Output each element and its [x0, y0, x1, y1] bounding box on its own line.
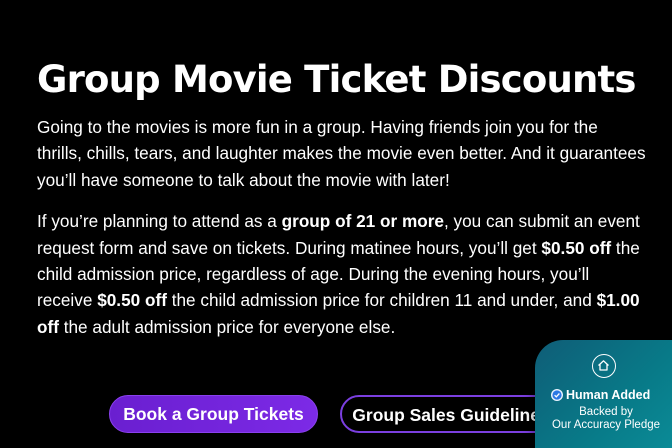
intro-paragraph: Going to the movies is more fun in a gro… [37, 117, 646, 190]
main-content: Group Movie Ticket Discounts Going to th… [37, 58, 647, 355]
matinee-discount-highlight: $0.50 off [541, 237, 612, 258]
badge-note-line-1: Backed by [579, 406, 633, 418]
shield-home-icon [592, 354, 616, 378]
group-size-highlight: group of 21 or more [281, 211, 444, 232]
details-text-1: If you’re planning to attend as a [37, 211, 282, 232]
badge-status: Human Added [551, 388, 650, 402]
details-text-4: the child admission price for children 1… [166, 290, 597, 311]
page-title: Group Movie Ticket Discounts [37, 58, 636, 101]
badge-note: Backed by Our Accuracy Pledge [535, 406, 672, 431]
group-sales-guidelines-button[interactable]: Group Sales Guidelines [340, 395, 562, 433]
evening-child-discount-highlight: $0.50 off [97, 290, 167, 311]
details-text-5: the adult admission price for everyone e… [58, 316, 396, 337]
accuracy-badge[interactable]: Human Added Backed by Our Accuracy Pledg… [535, 340, 672, 448]
badge-note-line-2: Our Accuracy Pledge [551, 418, 661, 431]
badge-status-label: Human Added [566, 388, 651, 402]
book-group-tickets-button[interactable]: Book a Group Tickets [109, 395, 318, 433]
details-paragraph: If you’re planning to attend as a group … [37, 208, 647, 340]
check-circle-icon [551, 389, 563, 401]
